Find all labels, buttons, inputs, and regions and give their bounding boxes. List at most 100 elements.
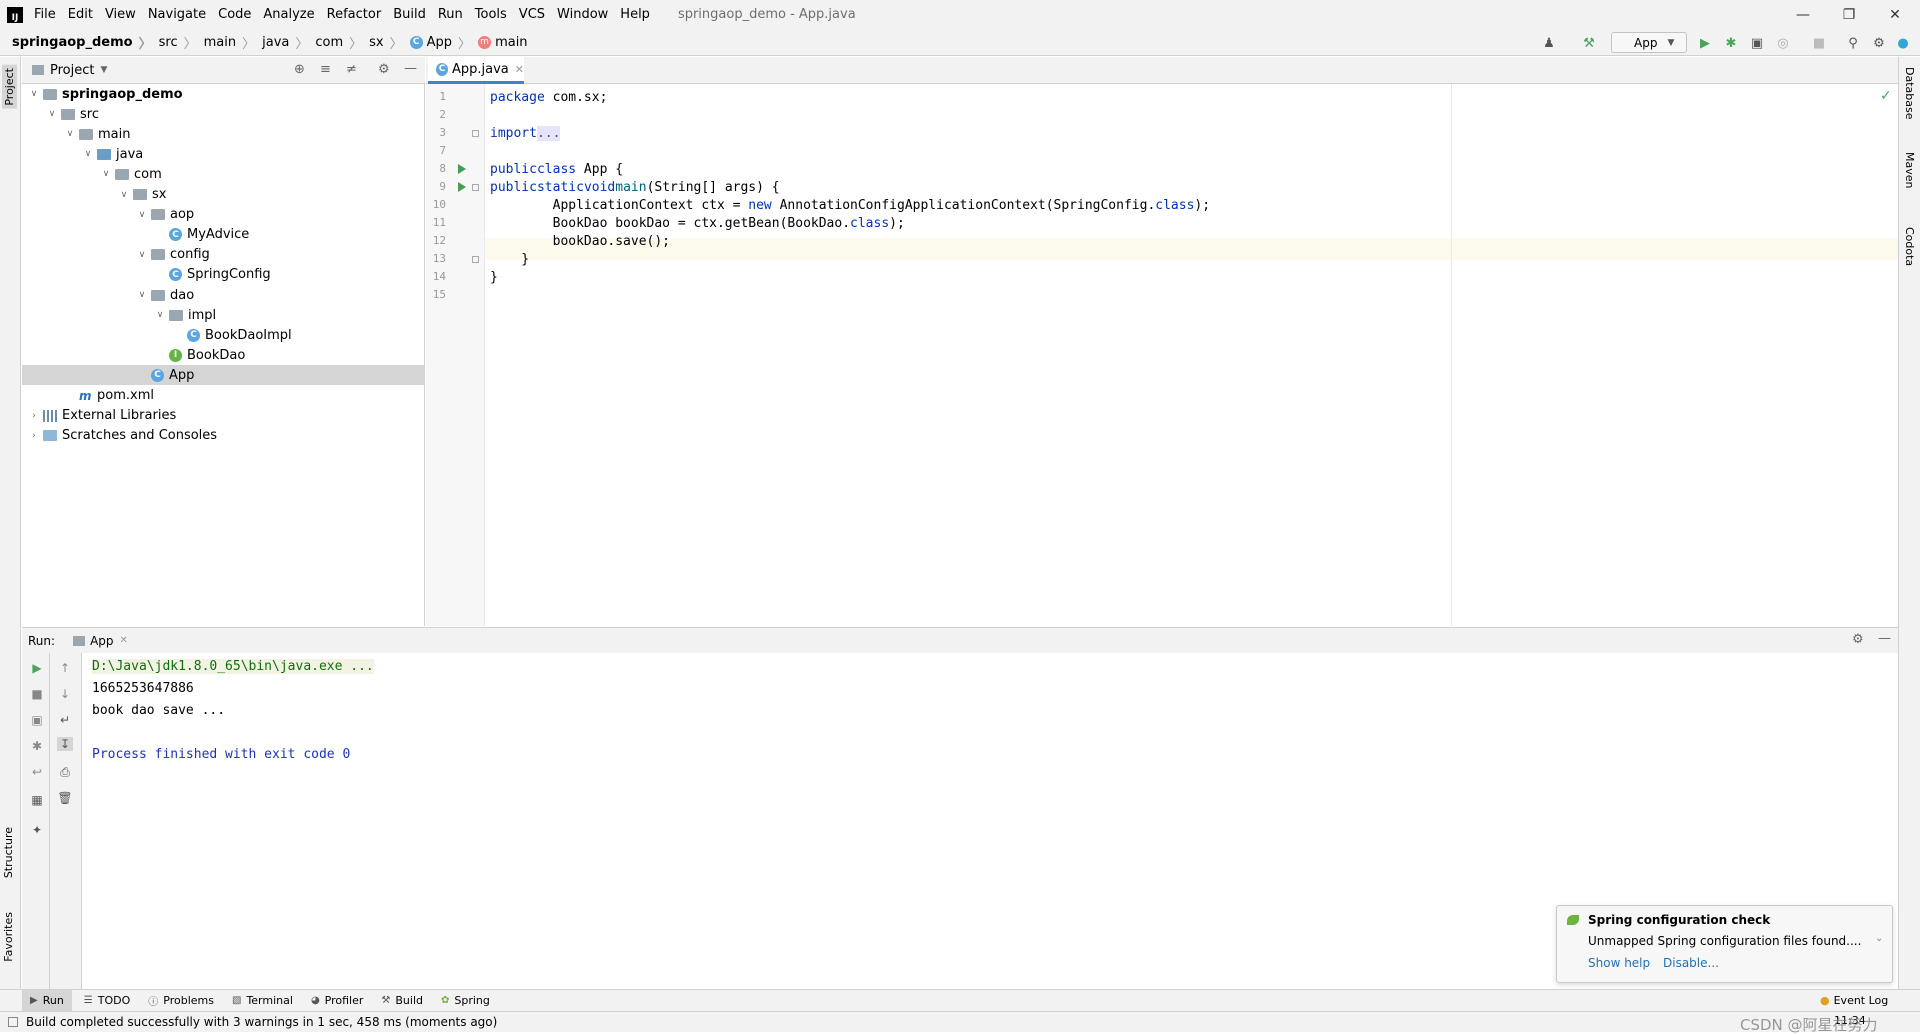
chevron-down-icon[interactable]: ∨: [100, 169, 112, 179]
tree-item-springaop-demo[interactable]: ∨ springaop_demo: [22, 84, 425, 104]
codota-tool-tab[interactable]: Codota: [1903, 227, 1916, 266]
chevron-down-icon[interactable]: ▼: [100, 65, 107, 75]
tree-item-myadvice[interactable]: C MyAdvice: [22, 225, 425, 245]
tree-item-pom-xml[interactable]: m pom.xml: [22, 386, 425, 406]
tab-terminal[interactable]: ▧ Terminal: [232, 994, 293, 1007]
restore-layout-icon[interactable]: ↩: [29, 765, 45, 779]
collapse-all-icon[interactable]: ≠: [346, 62, 357, 77]
chevron-down-icon[interactable]: ∨: [136, 210, 148, 220]
maven-tool-tab[interactable]: Maven: [1903, 152, 1916, 188]
chevron-right-icon[interactable]: ›: [28, 431, 40, 441]
tree-item-app[interactable]: C App: [22, 365, 425, 386]
breadcrumb-project[interactable]: springaop_demo 〉: [12, 33, 152, 52]
menu-file[interactable]: File: [34, 7, 56, 22]
run-tab-app[interactable]: App ✕: [73, 634, 128, 648]
hide-icon[interactable]: —: [404, 61, 417, 76]
print-icon[interactable]: ⎙: [57, 765, 73, 780]
tree-item-java[interactable]: ∨ java: [22, 144, 425, 164]
tab-profiler[interactable]: ◕ Profiler: [311, 994, 363, 1007]
tab-spring[interactable]: ✿ Spring: [441, 994, 490, 1007]
chevron-down-icon[interactable]: ∨: [118, 190, 130, 200]
menu-vcs[interactable]: VCS: [519, 7, 545, 22]
code-line[interactable]: import ...: [490, 122, 561, 144]
tree-item-src[interactable]: ∨ src: [22, 104, 425, 124]
close-window-icon[interactable]: ✕: [1872, 0, 1918, 29]
chevron-down-icon[interactable]: ∨: [136, 290, 148, 300]
tree-item-dao[interactable]: ∨ dao: [22, 285, 425, 305]
code-line[interactable]: package com.sx;: [490, 86, 607, 108]
menu-edit[interactable]: Edit: [68, 7, 93, 22]
menu-code[interactable]: Code: [218, 7, 251, 22]
stop-icon[interactable]: ■: [1810, 34, 1828, 52]
fold-icon[interactable]: [472, 256, 479, 263]
chevron-right-icon[interactable]: ›: [28, 411, 40, 421]
chevron-down-icon[interactable]: ∨: [64, 129, 76, 139]
restore-icon[interactable]: ❐: [1826, 0, 1872, 29]
fold-icon[interactable]: [472, 184, 479, 191]
close-tab-icon[interactable]: ✕: [120, 635, 128, 646]
run-gutter-icon[interactable]: [458, 164, 466, 174]
breadcrumb-java[interactable]: java 〉: [262, 33, 308, 52]
breadcrumb-sx[interactable]: sx 〉: [369, 33, 402, 52]
tab-app-java[interactable]: C App.java ✕: [428, 57, 524, 84]
project-panel-title[interactable]: Project: [50, 63, 94, 78]
trash-icon[interactable]: 🗑: [57, 791, 73, 805]
down-arrow-icon[interactable]: ↓: [57, 687, 73, 701]
scroll-to-end-icon[interactable]: ↧: [57, 737, 73, 751]
user-icon[interactable]: ♟: [1540, 34, 1558, 52]
database-tool-tab[interactable]: Database: [1903, 67, 1916, 120]
menu-navigate[interactable]: Navigate: [148, 7, 206, 22]
project-tool-tab[interactable]: Project: [2, 65, 17, 109]
tree-item-scratches-and-consoles[interactable]: › Scratches and Consoles: [22, 426, 425, 446]
profile-icon[interactable]: ◎: [1774, 34, 1792, 52]
breadcrumb-main[interactable]: main 〉: [204, 33, 256, 52]
menu-window[interactable]: Window: [557, 7, 608, 22]
tree-item-bookdao[interactable]: I BookDao: [22, 345, 425, 365]
layout-icon[interactable]: ▦: [29, 793, 45, 807]
menu-tools[interactable]: Tools: [475, 7, 507, 22]
minimize-icon[interactable]: —: [1780, 0, 1826, 29]
breadcrumb-com[interactable]: com 〉: [315, 33, 362, 52]
spring-config-notification[interactable]: Spring configuration check Unmapped Spri…: [1556, 905, 1893, 983]
chevron-down-icon[interactable]: ∨: [46, 109, 58, 119]
gear-icon[interactable]: ⚙: [378, 62, 390, 77]
debug-icon[interactable]: ✱: [29, 739, 45, 753]
tree-item-aop[interactable]: ∨ aop: [22, 205, 425, 225]
tab-problems[interactable]: ⓘ Problems: [148, 993, 214, 1008]
rerun-icon[interactable]: ▶: [29, 661, 45, 675]
expand-all-icon[interactable]: ≡: [320, 62, 331, 77]
stop-icon[interactable]: ■: [29, 687, 45, 701]
tree-item-springconfig[interactable]: C SpringConfig: [22, 265, 425, 285]
menu-view[interactable]: View: [105, 7, 136, 22]
tree-item-impl[interactable]: ∨ impl: [22, 305, 425, 325]
build-hammer-icon[interactable]: ⚒: [1580, 34, 1598, 52]
close-tab-icon[interactable]: ✕: [515, 63, 524, 76]
hide-icon[interactable]: —: [1878, 631, 1891, 646]
chevron-down-icon[interactable]: ∨: [154, 310, 166, 320]
structure-tool-tab[interactable]: Structure: [2, 827, 15, 878]
tree-item-sx[interactable]: ∨ sx: [22, 185, 425, 205]
tab-todo[interactable]: ☰ TODO: [84, 994, 130, 1007]
soft-wrap-icon[interactable]: ↵: [57, 713, 73, 727]
menu-refactor[interactable]: Refactor: [327, 7, 382, 22]
tree-item-external-libraries[interactable]: › External Libraries: [22, 406, 425, 426]
tree-item-com[interactable]: ∨ com: [22, 164, 425, 184]
debug-icon[interactable]: ✱: [1722, 34, 1740, 52]
tab-build[interactable]: ⚒ Build: [381, 994, 423, 1007]
code-line[interactable]: }: [490, 266, 498, 288]
show-help-link[interactable]: Show help: [1588, 956, 1650, 970]
coverage-icon[interactable]: ▣: [1748, 34, 1766, 52]
plugin-icon[interactable]: ●: [1894, 34, 1912, 52]
menu-help[interactable]: Help: [620, 7, 650, 22]
tree-item-main[interactable]: ∨ main: [22, 124, 425, 144]
disable-link[interactable]: Disable...: [1663, 956, 1719, 970]
breadcrumb-main-method[interactable]: m main: [478, 35, 528, 50]
menu-run[interactable]: Run: [438, 7, 463, 22]
menu-build[interactable]: Build: [393, 7, 426, 22]
tree-item-config[interactable]: ∨ config: [22, 245, 425, 265]
up-arrow-icon[interactable]: ↑: [57, 661, 73, 675]
gear-icon[interactable]: ⚙: [1852, 632, 1864, 647]
search-icon[interactable]: ⚲: [1844, 34, 1862, 52]
run-gutter-icon[interactable]: [458, 182, 466, 192]
status-toggle-icon[interactable]: [8, 1017, 18, 1027]
